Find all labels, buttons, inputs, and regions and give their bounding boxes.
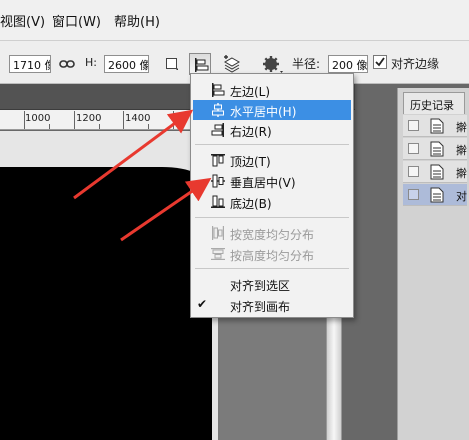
history-row[interactable]: 擀 (403, 138, 467, 160)
menu-item-align-left[interactable]: 左边(L) (193, 80, 351, 100)
width-field[interactable]: 1710 像 (9, 55, 51, 73)
history-checkbox[interactable] (408, 189, 419, 200)
menu-item-align-horizontal-center[interactable]: 水平居中(H) (193, 100, 351, 120)
menu-item-distribute-width: 按宽度均匀分布 (193, 223, 351, 243)
document-icon (430, 141, 444, 157)
ruler-label: 1200 (76, 113, 102, 124)
menu-item-align-bottom[interactable]: 底边(B) (193, 192, 351, 212)
history-panel: 历史记录 擀 擀 擀 对 (397, 88, 469, 440)
path-operations-icon[interactable] (165, 57, 179, 71)
menu-window[interactable]: 窗口(W) (52, 11, 101, 30)
history-checkbox[interactable] (408, 120, 419, 131)
history-tab[interactable]: 历史记录 (403, 92, 465, 114)
history-row[interactable]: 擀 (403, 115, 467, 137)
menu-item-align-to-selection[interactable]: 对齐到选区 (193, 274, 351, 294)
menu-help[interactable]: 帮助(H) (114, 11, 160, 30)
path-alignment-button[interactable] (189, 53, 211, 75)
history-row-selected[interactable]: 对 (403, 184, 467, 206)
align-right-icon (211, 123, 224, 137)
align-left-icon (212, 83, 225, 97)
align-edges-label: 对齐边缘 (391, 57, 440, 71)
menu-item-align-right[interactable]: 右边(R) (193, 120, 351, 140)
height-field[interactable]: 2600 像 (104, 55, 149, 73)
menu-separator (195, 144, 349, 145)
document-icon (430, 118, 444, 134)
align-left-icon (195, 58, 209, 72)
ruler-label: 1400 (125, 113, 151, 124)
ruler-label: 1000 (25, 113, 51, 124)
document-shape (0, 167, 212, 440)
history-checkbox[interactable] (408, 166, 419, 177)
menu-item-align-top[interactable]: 顶边(T) (193, 150, 351, 170)
menu-view[interactable]: 视图(V) (0, 11, 45, 30)
align-edges-checkbox[interactable] (373, 55, 387, 69)
height-label: H: (85, 56, 97, 69)
menu-item-align-to-canvas[interactable]: ✔ 对齐到画布 (193, 295, 351, 315)
radius-label: 半径: (292, 57, 321, 71)
link-icon[interactable] (59, 58, 75, 70)
align-bottom-icon (211, 195, 225, 208)
menu-separator (195, 217, 349, 218)
document-icon (430, 187, 444, 203)
horizontal-ruler: 1000 1200 1400 (0, 110, 218, 130)
path-arrangement-icon[interactable] (222, 55, 242, 75)
radius-field[interactable]: 200 像 (328, 55, 368, 73)
distribute-height-icon (211, 248, 225, 260)
align-dropdown-menu: 左边(L) 水平居中(H) 右边(R) 顶边(T) 垂直居中(V) 底边(B) … (190, 73, 354, 318)
distribute-width-icon (212, 226, 224, 240)
menu-item-distribute-height: 按高度均匀分布 (193, 244, 351, 264)
checkmark-icon: ✔ (197, 297, 208, 311)
history-row[interactable]: 擀 (403, 161, 467, 183)
vertical-scrollbar[interactable] (326, 312, 342, 440)
document-icon (430, 164, 444, 180)
gear-icon[interactable] (262, 55, 284, 75)
align-top-icon (211, 154, 225, 167)
history-checkbox[interactable] (408, 143, 419, 154)
menu-separator (195, 268, 349, 269)
align-vertical-center-icon (211, 174, 225, 188)
align-horizontal-center-icon (212, 103, 224, 117)
menu-bar: 视图(V) 窗口(W) 帮助(H) (0, 0, 469, 40)
menu-item-align-vertical-center[interactable]: 垂直居中(V) (193, 171, 351, 191)
